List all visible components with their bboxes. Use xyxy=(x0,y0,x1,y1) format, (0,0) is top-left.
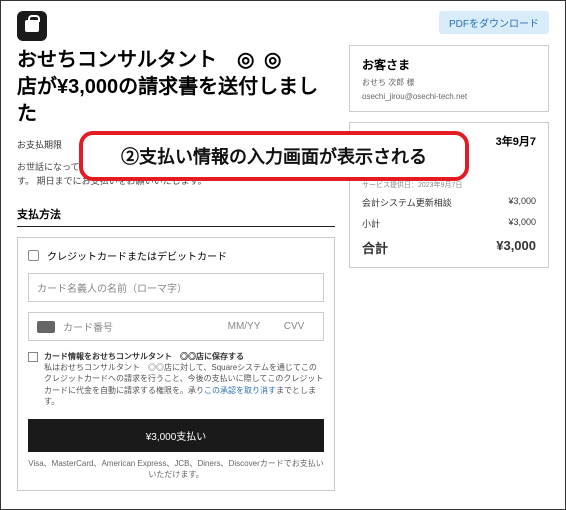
line-item: 会計システム更新相談¥3,000 xyxy=(362,196,536,209)
download-pdf-button[interactable]: PDFをダウンロード xyxy=(439,11,549,34)
save-card-checkbox[interactable] xyxy=(28,352,38,362)
radio-icon xyxy=(28,250,39,261)
card-option-label: クレジットカードまたはデビットカード xyxy=(47,248,227,263)
card-radio-option[interactable]: クレジットカードまたはデビットカード xyxy=(28,248,324,263)
subtotal-row: 小計¥3,000 xyxy=(362,217,536,230)
cardholder-name-input[interactable]: カード名義人の名前（ローマ字） xyxy=(28,273,324,302)
customer-name: おせち 次郎 様 xyxy=(362,77,536,88)
card-brand-icon xyxy=(37,321,55,333)
pay-button[interactable]: ¥3,000支払い xyxy=(28,419,324,452)
annotation-callout: ②支払い情報の入力画面が表示される xyxy=(79,131,469,181)
card-number-input[interactable]: カード番号 MM/YY CVV xyxy=(28,312,324,341)
service-date: サービス提供日：2023年9月7日 xyxy=(362,180,536,190)
total-row: 合計¥3,000 xyxy=(362,238,536,257)
merchant-icon xyxy=(17,11,47,41)
customer-heading: お客さま xyxy=(362,56,536,73)
accepted-cards-note: Visa、MasterCard、American Express、JCB、Din… xyxy=(28,458,324,480)
customer-email: osechi_jirou@osechi-tech.net xyxy=(362,92,536,101)
customer-box: お客さま おせち 次郎 様 osechi_jirou@osechi-tech.n… xyxy=(349,45,549,112)
payment-method-heading: 支払方法 xyxy=(17,206,335,227)
revoke-link[interactable]: この承認を取り消す xyxy=(204,386,276,395)
invoice-title: おせちコンサルタント ◎ ◎ 店が¥3,000の請求書を送付しました xyxy=(17,47,335,128)
save-card-text: カード情報をおせちコンサルタント ◎◎店に保存する 私はおせちコンサルタント ◎… xyxy=(44,351,324,407)
payment-form: クレジットカードまたはデビットカード カード名義人の名前（ローマ字） カード番号… xyxy=(17,237,335,491)
